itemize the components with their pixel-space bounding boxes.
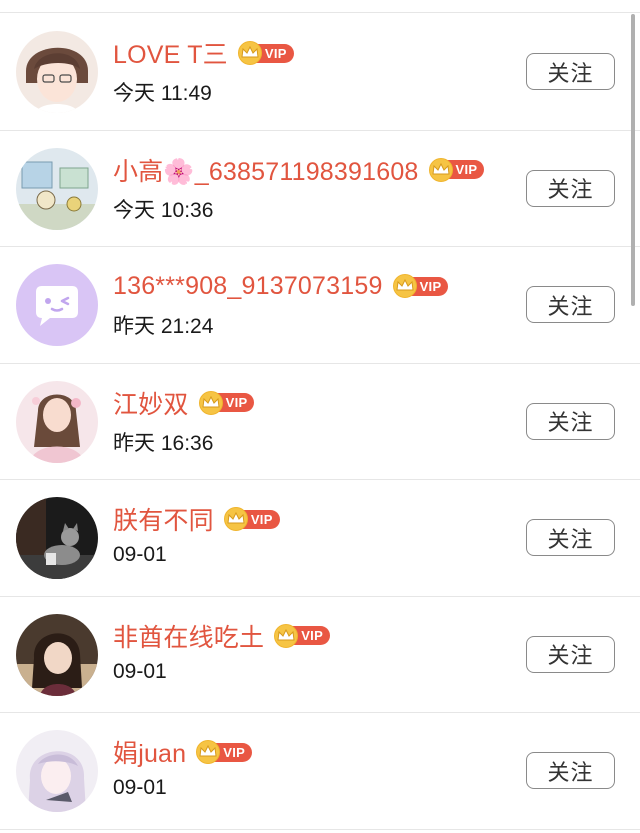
user-name[interactable]: 江妙双 [113, 385, 189, 421]
user-list: LOVE T三 VIP 今天 11:49 关注 小高🌸_638571198391… [0, 14, 640, 830]
follow-button[interactable]: 关注 [526, 169, 615, 207]
list-item[interactable]: 江妙双 VIP 昨天 16:36 关注 [0, 364, 640, 480]
anime-girl-avatar-icon [16, 730, 98, 812]
anime-boy-avatar-icon [16, 31, 98, 113]
list-item[interactable]: 小高🌸_638571198391608 VIP 今天 10:36 关注 [0, 131, 640, 247]
crown-icon [274, 623, 299, 648]
crown-icon [428, 157, 453, 182]
name-line: LOVE T三 VIP [113, 36, 294, 70]
default-chat-avatar-icon [16, 264, 98, 346]
name-line: 非酋在线吃土 VIP [113, 618, 331, 654]
name-line: 江妙双 VIP [113, 385, 255, 421]
avatar[interactable] [16, 497, 98, 579]
follow-button[interactable]: 关注 [526, 53, 615, 90]
vip-badge: VIP [428, 157, 485, 182]
user-name[interactable]: 非酋在线吃土 [113, 618, 264, 654]
list-item[interactable]: 娟juan VIP 09-01 关注 [0, 713, 640, 830]
user-name[interactable]: 136***908_9137073159 [113, 272, 383, 301]
top-divider [0, 0, 640, 13]
vip-badge: VIP [274, 623, 331, 648]
user-name[interactable]: LOVE T三 [113, 35, 228, 71]
timestamp: 昨天 16:36 [113, 431, 214, 455]
doll-photo-avatar-icon [16, 613, 98, 696]
scrollbar[interactable] [631, 14, 635, 306]
crown-icon [237, 41, 262, 65]
timestamp: 09-01 [113, 659, 167, 683]
cartoon-room-avatar-icon [16, 147, 98, 230]
vip-badge: VIP [198, 390, 255, 415]
follow-button[interactable]: 关注 [526, 752, 615, 789]
cat-photo-avatar-icon [16, 497, 98, 579]
avatar[interactable] [16, 730, 98, 812]
name-line: 小高🌸_638571198391608 VIP [113, 152, 485, 188]
follow-button[interactable]: 关注 [526, 635, 615, 673]
avatar[interactable] [16, 380, 98, 463]
name-line: 136***908_9137073159 VIP [113, 269, 449, 303]
vip-badge: VIP [196, 740, 253, 764]
avatar[interactable] [16, 147, 98, 230]
avatar[interactable] [16, 31, 98, 113]
name-line: 娟juan VIP [113, 734, 253, 770]
timestamp: 昨天 21:24 [113, 315, 214, 338]
vip-badge: VIP [237, 41, 294, 65]
user-name[interactable]: 小高🌸_638571198391608 [113, 152, 419, 188]
crown-icon [223, 507, 248, 531]
list-item[interactable]: 非酋在线吃土 VIP 09-01 关注 [0, 597, 640, 713]
user-name[interactable]: 朕有不同 [113, 501, 214, 537]
follow-button[interactable]: 关注 [526, 519, 615, 556]
girl-photo-avatar-icon [16, 380, 98, 463]
crown-icon [392, 274, 417, 298]
avatar[interactable] [16, 264, 98, 346]
vip-badge: VIP [223, 507, 280, 531]
crown-icon [198, 390, 223, 415]
avatar[interactable] [16, 613, 98, 696]
timestamp: 09-01 [113, 543, 167, 566]
follow-button[interactable]: 关注 [526, 402, 615, 440]
follow-button[interactable]: 关注 [526, 286, 615, 323]
name-line: 朕有不同 VIP [113, 502, 280, 536]
vip-badge: VIP [392, 274, 449, 298]
list-item[interactable]: 136***908_9137073159 VIP 昨天 21:24 关注 [0, 247, 640, 364]
user-name[interactable]: 娟juan [113, 734, 186, 770]
timestamp: 今天 10:36 [113, 198, 214, 222]
timestamp: 今天 11:49 [113, 82, 212, 105]
timestamp: 09-01 [113, 776, 167, 799]
list-item[interactable]: LOVE T三 VIP 今天 11:49 关注 [0, 14, 640, 131]
list-item[interactable]: 朕有不同 VIP 09-01 关注 [0, 480, 640, 597]
